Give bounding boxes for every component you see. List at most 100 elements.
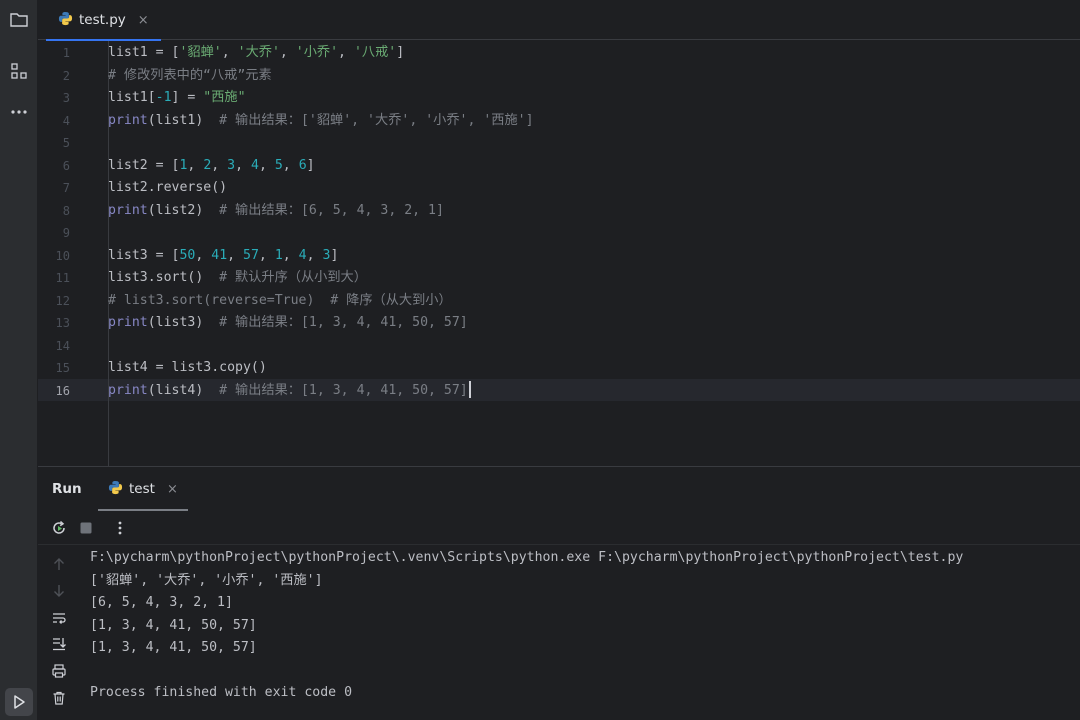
more-icon[interactable] [6, 99, 32, 125]
line-number: 1 [62, 46, 70, 60]
line-number-gutter: 1 2 3 4 5 6 7 8 9 10 11 12 13 14 15 16 [38, 41, 108, 466]
code-token: 4 [251, 157, 259, 173]
code-token: , [282, 247, 299, 263]
run-icon[interactable] [5, 688, 33, 716]
folder-icon[interactable] [6, 7, 32, 33]
soft-wrap-icon[interactable] [49, 608, 69, 628]
code-token: list3.sort() [108, 270, 220, 285]
run-tab-label: test [129, 481, 155, 497]
scroll-to-end-icon[interactable] [49, 634, 69, 654]
print-icon[interactable] [49, 661, 69, 681]
code-token: (list3) [147, 315, 220, 330]
code-line: print(list4) # 输出结果：[1, 3, 4, 41, 50, 57… [108, 380, 471, 403]
code-token: 50 [179, 247, 196, 263]
code-line: print(list3) # 输出结果：[1, 3, 4, 41, 50, 57… [108, 312, 468, 335]
line-number: 13 [55, 316, 70, 330]
line-number: 6 [62, 158, 70, 173]
code-line: list1 = ['貂蝉', '大乔', '小乔', '八戒'] [108, 42, 404, 65]
console-line: ['貂蝉', '大乔', '小乔', '西施'] [90, 572, 323, 588]
code-token: list4 = list3.copy() [108, 360, 267, 375]
code-token: (list2) [147, 202, 220, 218]
code-token: # list3.sort(reverse=True) # 降序（从大到小） [108, 292, 452, 308]
code-token: 4 [298, 247, 307, 263]
code-line: list2.reverse() [108, 177, 227, 200]
code-token: ] [396, 45, 405, 60]
line-number: 7 [62, 181, 70, 195]
code-token: 5 [274, 157, 283, 173]
console-line: [1, 3, 4, 41, 50, 57] [90, 617, 257, 633]
line-number: 5 [62, 136, 70, 150]
console-line: [6, 5, 4, 3, 2, 1] [90, 595, 233, 610]
code-token: , [258, 247, 275, 263]
rerun-icon[interactable] [49, 518, 69, 538]
code-token: '大乔' [237, 45, 280, 60]
run-toolbar [38, 511, 1080, 545]
code-token: list2.reverse() [108, 180, 228, 195]
editor-tab-test-py[interactable]: test.py × [46, 0, 161, 41]
line-number: 10 [55, 248, 70, 263]
code-line: # list3.sort(reverse=True) # 降序（从大到小） [108, 290, 452, 313]
code-token: , [279, 45, 296, 60]
code-token: '貂蝉' [179, 45, 222, 60]
code-line: print(list1) # 输出结果：['貂蝉', '大乔', '小乔', '… [108, 110, 534, 133]
code-token: ] [330, 247, 339, 263]
editor-tab-label: test.py [79, 12, 126, 28]
code-token: print [108, 202, 148, 218]
python-icon [58, 11, 73, 30]
line-number: 9 [62, 226, 70, 240]
code-token: , [195, 247, 212, 263]
code-token: 3 [227, 157, 236, 173]
line-number: 8 [62, 203, 70, 218]
code-token: # 输出结果：[6, 5, 4, 3, 2, 1] [219, 202, 444, 218]
code-token: , [338, 45, 354, 60]
arrow-down-icon[interactable] [49, 581, 69, 601]
code-token: , [235, 157, 251, 173]
close-icon[interactable]: × [167, 482, 178, 497]
code-token: print [108, 382, 148, 398]
kebab-icon[interactable] [110, 518, 130, 538]
console-output[interactable]: F:\pycharm\pythonProject\pythonProject\.… [90, 545, 1080, 720]
code-token: # 输出结果：['貂蝉', '大乔', '小乔', '西施'] [219, 112, 534, 128]
code-token: , [187, 157, 204, 173]
code-token: , [258, 157, 275, 173]
console-line: F:\pycharm\pythonProject\pythonProject\.… [90, 550, 964, 565]
line-number: 2 [62, 68, 70, 83]
code-editor: test.py × 1 2 3 4 5 6 7 8 9 10 11 12 13 14 15 16 list1 … [38, 0, 1080, 466]
line-number: 12 [55, 293, 70, 308]
code-token: , [227, 247, 244, 263]
code-token: # 输出结果：[1, 3, 4, 41, 50, 57] [219, 382, 468, 398]
code-line: list3.sort() # 默认升序（从小到大） [108, 267, 367, 290]
code-line: # 修改列表中的“八戒”元素 [108, 65, 272, 88]
code-area[interactable]: list1 = ['貂蝉', '大乔', '小乔', '八戒'] # 修改列表中的… [108, 41, 1080, 466]
line-number: 11 [55, 271, 70, 285]
arrow-up-icon[interactable] [49, 554, 69, 574]
code-token: 41 [211, 247, 228, 263]
code-line: print(list2) # 输出结果：[6, 5, 4, 3, 2, 1] [108, 200, 444, 223]
code-token: # 输出结果：[1, 3, 4, 41, 50, 57] [219, 315, 468, 330]
run-title: Run [52, 481, 82, 497]
code-token: 1 [274, 247, 283, 263]
trash-icon[interactable] [49, 688, 69, 708]
python-icon [108, 480, 123, 499]
code-token: (list4) [147, 382, 220, 398]
close-icon[interactable]: × [138, 13, 149, 28]
code-line: list1[-1] = "西施" [108, 87, 246, 110]
line-number: 14 [55, 338, 70, 353]
text-caret [468, 381, 471, 398]
structure-icon[interactable] [6, 58, 32, 84]
code-token: # 修改列表中的“八戒”元素 [108, 67, 272, 83]
stop-icon[interactable] [76, 518, 96, 538]
code-token: print [108, 112, 148, 128]
code-token: ] [306, 157, 315, 173]
run-header: Run test × [38, 467, 1080, 511]
code-token: , [211, 157, 228, 173]
code-token: list3 = [ [108, 247, 180, 263]
code-token: list1 = [ [108, 45, 180, 60]
code-token: "西施" [203, 90, 246, 105]
line-number: 15 [55, 361, 70, 375]
console-line: Process finished with exit code 0 [90, 685, 353, 700]
line-number: 3 [62, 91, 70, 105]
console-side-toolbar [38, 545, 78, 720]
run-tab-test[interactable]: test × [98, 467, 188, 511]
code-token: '小乔' [295, 45, 339, 60]
